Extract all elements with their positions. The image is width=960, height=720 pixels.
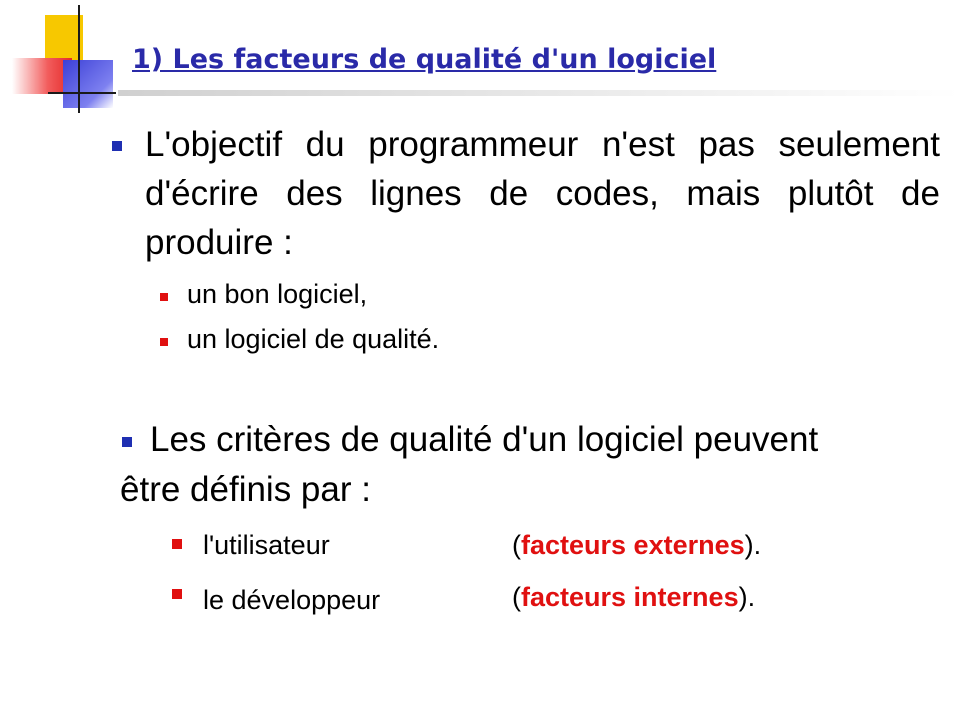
slide-title: 1) Les facteurs de qualité d'un logiciel — [132, 44, 717, 75]
paren-open: ( — [512, 582, 521, 612]
logo-vertical-line — [78, 5, 80, 113]
bullet-icon — [112, 141, 122, 151]
factor-external-label: facteurs externes — [521, 530, 745, 560]
title-underline-bar — [118, 90, 960, 96]
bullet-icon — [160, 338, 168, 346]
factor-internal: (facteurs internes). — [512, 582, 755, 613]
actor-user: l'utilisateur — [203, 530, 330, 560]
actor-developer: le développeur — [203, 585, 381, 615]
factor-internal-label: facteurs internes — [521, 582, 739, 612]
factor-external: (facteurs externes). — [512, 530, 761, 561]
bullet-icon — [172, 589, 182, 599]
slide-logo — [0, 0, 130, 115]
point-2-text: Les critères de qualité d'un logiciel pe… — [120, 420, 819, 509]
point-1-text: L'objectif du programmeur n'est pas seul… — [145, 125, 940, 262]
paren-close: ). — [738, 582, 756, 612]
paren-open: ( — [512, 530, 521, 560]
logo-blue-square — [63, 60, 113, 108]
bullet-icon — [160, 293, 168, 301]
subitem-2: un logiciel de qualité. — [187, 324, 440, 354]
bullet-icon — [172, 539, 182, 549]
point-2-paragraph: Les critères de qualité d'un logiciel pe… — [120, 415, 820, 515]
paren-close: ). — [744, 530, 762, 560]
logo-horizontal-line — [48, 92, 116, 94]
subitem-1: un bon logiciel, — [187, 279, 368, 309]
